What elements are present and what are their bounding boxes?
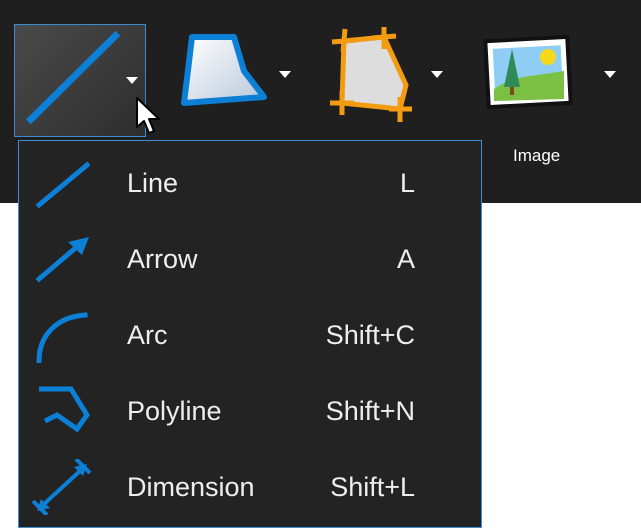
menu-item-dimension[interactable]: Dimension Shift+L xyxy=(19,449,481,523)
crop-tool-button[interactable] xyxy=(328,27,450,135)
menu-item-polyline[interactable]: Polyline Shift+N xyxy=(19,373,481,447)
mouse-pointer-icon xyxy=(136,97,160,134)
line-tool-dropdown-menu: Line L Arrow A Arc Shift+C Polyline Shif… xyxy=(18,140,482,528)
image-icon xyxy=(483,34,573,110)
arrow-icon xyxy=(35,237,89,283)
polygon-tool-dropdown-arrow[interactable] xyxy=(279,71,291,78)
menu-item-arrow-shortcut: A xyxy=(396,244,415,274)
menu-item-line-shortcut: L xyxy=(399,168,415,198)
crop-icon xyxy=(330,27,412,122)
menu-item-polyline-label: Polyline xyxy=(127,396,222,426)
image-tool-dropdown-arrow[interactable] xyxy=(604,71,616,78)
polyline-icon xyxy=(39,386,90,433)
dimension-icon xyxy=(31,459,92,515)
polygon-tool-button[interactable] xyxy=(176,27,296,135)
line-icon xyxy=(35,161,91,209)
crop-tool-dropdown-arrow[interactable] xyxy=(431,71,443,78)
menu-item-dimension-shortcut: Shift+L xyxy=(330,472,415,502)
image-tool-label: Image xyxy=(513,146,561,165)
menu-item-arrow-label: Arrow xyxy=(127,244,198,274)
menu-item-arc[interactable]: Arc Shift+C xyxy=(19,297,481,371)
menu-item-arrow[interactable]: Arrow A xyxy=(19,221,481,295)
line-tool-button[interactable] xyxy=(14,24,146,137)
menu-item-line-label: Line xyxy=(127,168,179,198)
menu-item-arc-label: Arc xyxy=(127,320,168,350)
image-tool-button[interactable] xyxy=(482,27,620,135)
menu-item-dimension-label: Dimension xyxy=(127,472,255,502)
menu-item-arc-shortcut: Shift+C xyxy=(325,320,415,350)
polygon-icon xyxy=(181,34,267,106)
arc-icon xyxy=(36,312,88,363)
menu-item-polyline-shortcut: Shift+N xyxy=(325,396,415,426)
menu-item-line[interactable]: Line L xyxy=(19,145,481,219)
line-tool-dropdown-arrow[interactable] xyxy=(126,77,138,84)
